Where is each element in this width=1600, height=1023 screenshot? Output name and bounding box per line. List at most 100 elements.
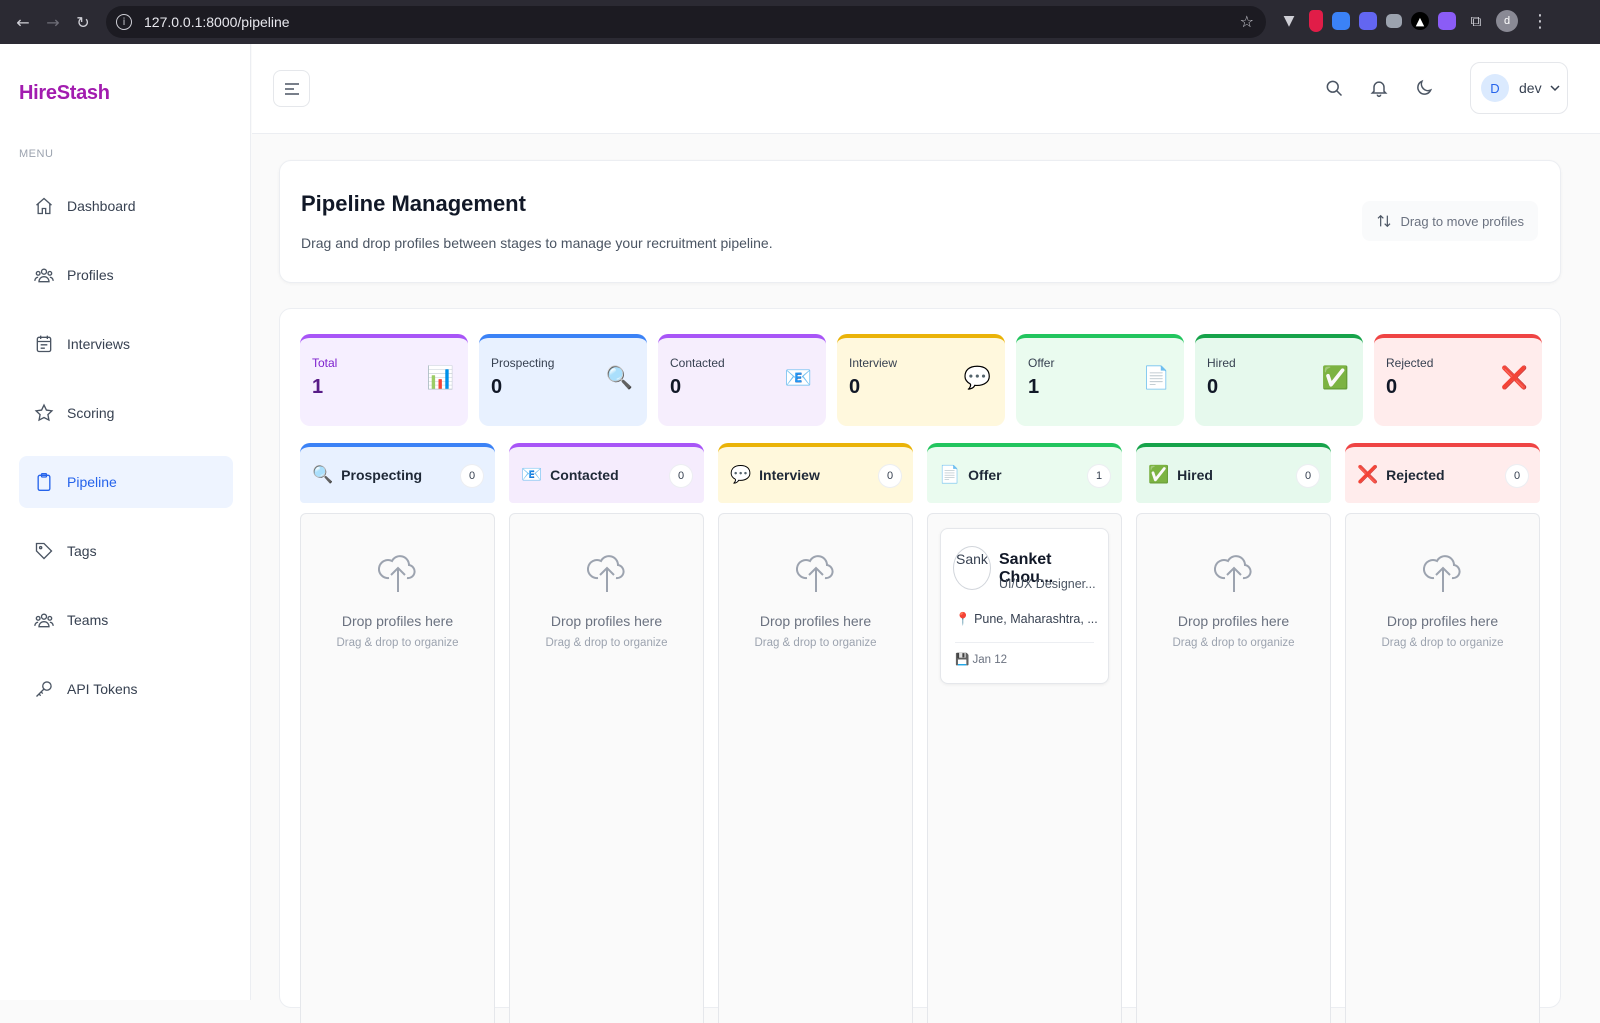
sidebar-item-dashboard[interactable]: Dashboard (19, 180, 233, 232)
cloud-upload-icon (1422, 555, 1460, 592)
column-count-badge: 0 (1297, 465, 1319, 487)
column-count-badge: 1 (1088, 465, 1110, 487)
empty-title: Drop profiles here (759, 613, 872, 629)
column-offer: 📄 Offer 1 Sank Sanket Chou... UI/UX Desi… (927, 443, 1122, 1023)
users-icon (33, 264, 55, 286)
site-info-icon[interactable]: i (116, 14, 132, 30)
column-title: Contacted (550, 467, 619, 483)
column-header: ❌ Rejected 0 (1345, 443, 1540, 503)
drop-zone[interactable]: Drop profiles here Drag & drop to organi… (718, 513, 913, 1023)
extensions-puzzle-icon[interactable]: ⧉ (1465, 10, 1487, 32)
brand-logo[interactable]: HireStash (19, 82, 110, 105)
drop-zone[interactable]: Drop profiles here Drag & drop to organi… (1345, 513, 1540, 1023)
drag-hint-badge: Drag to move profiles (1362, 201, 1538, 241)
bookmark-star-icon[interactable]: ☆ (1240, 12, 1254, 31)
cloud-upload-icon (586, 555, 624, 592)
empty-state: Drop profiles here Drag & drop to organi… (1137, 548, 1330, 649)
page-title: Pipeline Management (301, 191, 526, 216)
extension-v-icon[interactable]: ▼ (1278, 10, 1300, 32)
sidebar-item-label: Interviews (67, 336, 131, 352)
profile-date-row: 💾 Jan 12 (955, 652, 1007, 666)
users-icon (33, 609, 55, 631)
page-subtitle: Drag and drop profiles between stages to… (301, 235, 773, 251)
cloud-upload-icon (1213, 555, 1251, 592)
sidebar-item-tags[interactable]: Tags (19, 525, 233, 577)
cross-icon: ❌ (1500, 366, 1528, 391)
column-interview: 💬 Interview 0 Drop profiles here Drag & … (718, 443, 913, 1023)
empty-title: Drop profiles here (1386, 613, 1499, 629)
drop-zone[interactable]: Drop profiles here Drag & drop to organi… (1136, 513, 1331, 1023)
magnifier-icon: 🔍 (312, 465, 334, 485)
address-bar[interactable]: i 127.0.0.1:8000/pipeline ☆ (106, 6, 1266, 38)
sidebar-item-pipeline[interactable]: Pipeline (19, 456, 233, 508)
stat-card-offer: Offer 1 📄 (1016, 334, 1184, 426)
search-icon[interactable] (1322, 76, 1346, 100)
key-icon (33, 678, 55, 700)
extension-camera-icon[interactable] (1359, 12, 1377, 30)
profile-card[interactable]: Sank Sanket Chou... UI/UX Designer... 📍 … (940, 528, 1109, 684)
speech-bubble-icon: 💬 (730, 465, 752, 485)
drop-zone[interactable]: Drop profiles here Drag & drop to organi… (300, 513, 495, 1023)
column-rejected: ❌ Rejected 0 Drop profiles here Drag & d… (1345, 443, 1540, 1023)
column-header: 💬 Interview 0 (718, 443, 913, 503)
profile-date: Jan 12 (972, 654, 1008, 666)
column-contacted: 📧 Contacted 0 Drop profiles here Drag & … (509, 443, 704, 1023)
top-bar: D dev (252, 44, 1600, 134)
empty-state: Drop profiles here Drag & drop to organi… (719, 548, 912, 649)
browser-menu-icon[interactable]: ⋮ (1531, 11, 1549, 32)
extension-purple-icon[interactable] (1438, 12, 1456, 30)
empty-subtitle: Drag & drop to organize (1381, 637, 1504, 649)
back-icon[interactable]: ← (8, 7, 38, 37)
profile-location: Pune, Maharashtra, ... (974, 612, 1098, 626)
extension-triangle-icon[interactable]: ▲ (1411, 12, 1429, 30)
profile-photo: Sank (953, 546, 991, 590)
sidebar-toggle-button[interactable] (273, 70, 310, 107)
sidebar-item-interviews[interactable]: Interviews (19, 318, 233, 370)
document-icon: 📄 (1142, 366, 1170, 391)
column-title: Rejected (1386, 467, 1445, 483)
stats-row: Total 1 📊 Prospecting 0 🔍 Contacted 0 📧 … (300, 334, 1542, 426)
empty-subtitle: Drag & drop to organize (336, 637, 459, 649)
calendar-icon (33, 333, 55, 355)
drag-hint-text: Drag to move profiles (1400, 213, 1524, 229)
empty-title: Drop profiles here (550, 613, 663, 629)
bar-chart-icon: 📊 (426, 366, 454, 391)
empty-subtitle: Drag & drop to organize (545, 637, 668, 649)
bell-icon[interactable] (1367, 76, 1391, 100)
moon-icon[interactable] (1412, 76, 1436, 100)
forward-icon[interactable]: → (38, 7, 68, 37)
extension-gray-icon[interactable] (1386, 14, 1402, 28)
empty-state: Drop profiles here Drag & drop to organi… (1346, 548, 1539, 649)
user-name: dev (1519, 80, 1542, 96)
profile-location-row: 📍 Pune, Maharashtra, ... (955, 611, 1098, 627)
sidebar-item-profiles[interactable]: Profiles (19, 249, 233, 301)
sidebar-item-label: API Tokens (67, 681, 138, 697)
profile-role: UI/UX Designer... (999, 577, 1096, 591)
cloud-upload-icon (795, 555, 833, 592)
envelope-icon: 📧 (784, 366, 812, 391)
chevron-down-icon (1550, 85, 1560, 92)
column-header: 📄 Offer 1 (927, 443, 1122, 503)
extension-shield-icon[interactable] (1309, 10, 1323, 32)
extension-blue-icon[interactable] (1332, 12, 1350, 30)
user-menu-button[interactable]: D dev (1470, 62, 1568, 114)
sidebar-item-teams[interactable]: Teams (19, 594, 233, 646)
browser-toolbar: ← → ↻ i 127.0.0.1:8000/pipeline ☆ ▼ ▲ ⧉ … (0, 0, 1600, 44)
magnifier-icon: 🔍 (605, 366, 633, 391)
drop-zone[interactable]: Drop profiles here Drag & drop to organi… (509, 513, 704, 1023)
empty-state: Drop profiles here Drag & drop to organi… (301, 548, 494, 649)
column-hired: ✅ Hired 0 Drop profiles here Drag & drop… (1136, 443, 1331, 1023)
pipeline-columns: 🔍 Prospecting 0 Drop profiles here Drag … (300, 443, 1540, 1023)
column-count-badge: 0 (461, 465, 483, 487)
sidebar-item-api-tokens[interactable]: API Tokens (19, 663, 233, 715)
sidebar-item-scoring[interactable]: Scoring (19, 387, 233, 439)
check-box-icon: ✅ (1148, 465, 1170, 485)
browser-profile-avatar[interactable]: d (1496, 10, 1518, 32)
sidebar-item-label: Teams (67, 612, 109, 628)
empty-subtitle: Drag & drop to organize (754, 637, 877, 649)
avatar: D (1481, 74, 1509, 102)
map-pin-icon: 📍 (955, 611, 971, 626)
reload-icon[interactable]: ↻ (68, 7, 98, 37)
url-text[interactable]: 127.0.0.1:8000/pipeline (144, 14, 290, 30)
drop-zone[interactable]: Sank Sanket Chou... UI/UX Designer... 📍 … (927, 513, 1122, 1023)
